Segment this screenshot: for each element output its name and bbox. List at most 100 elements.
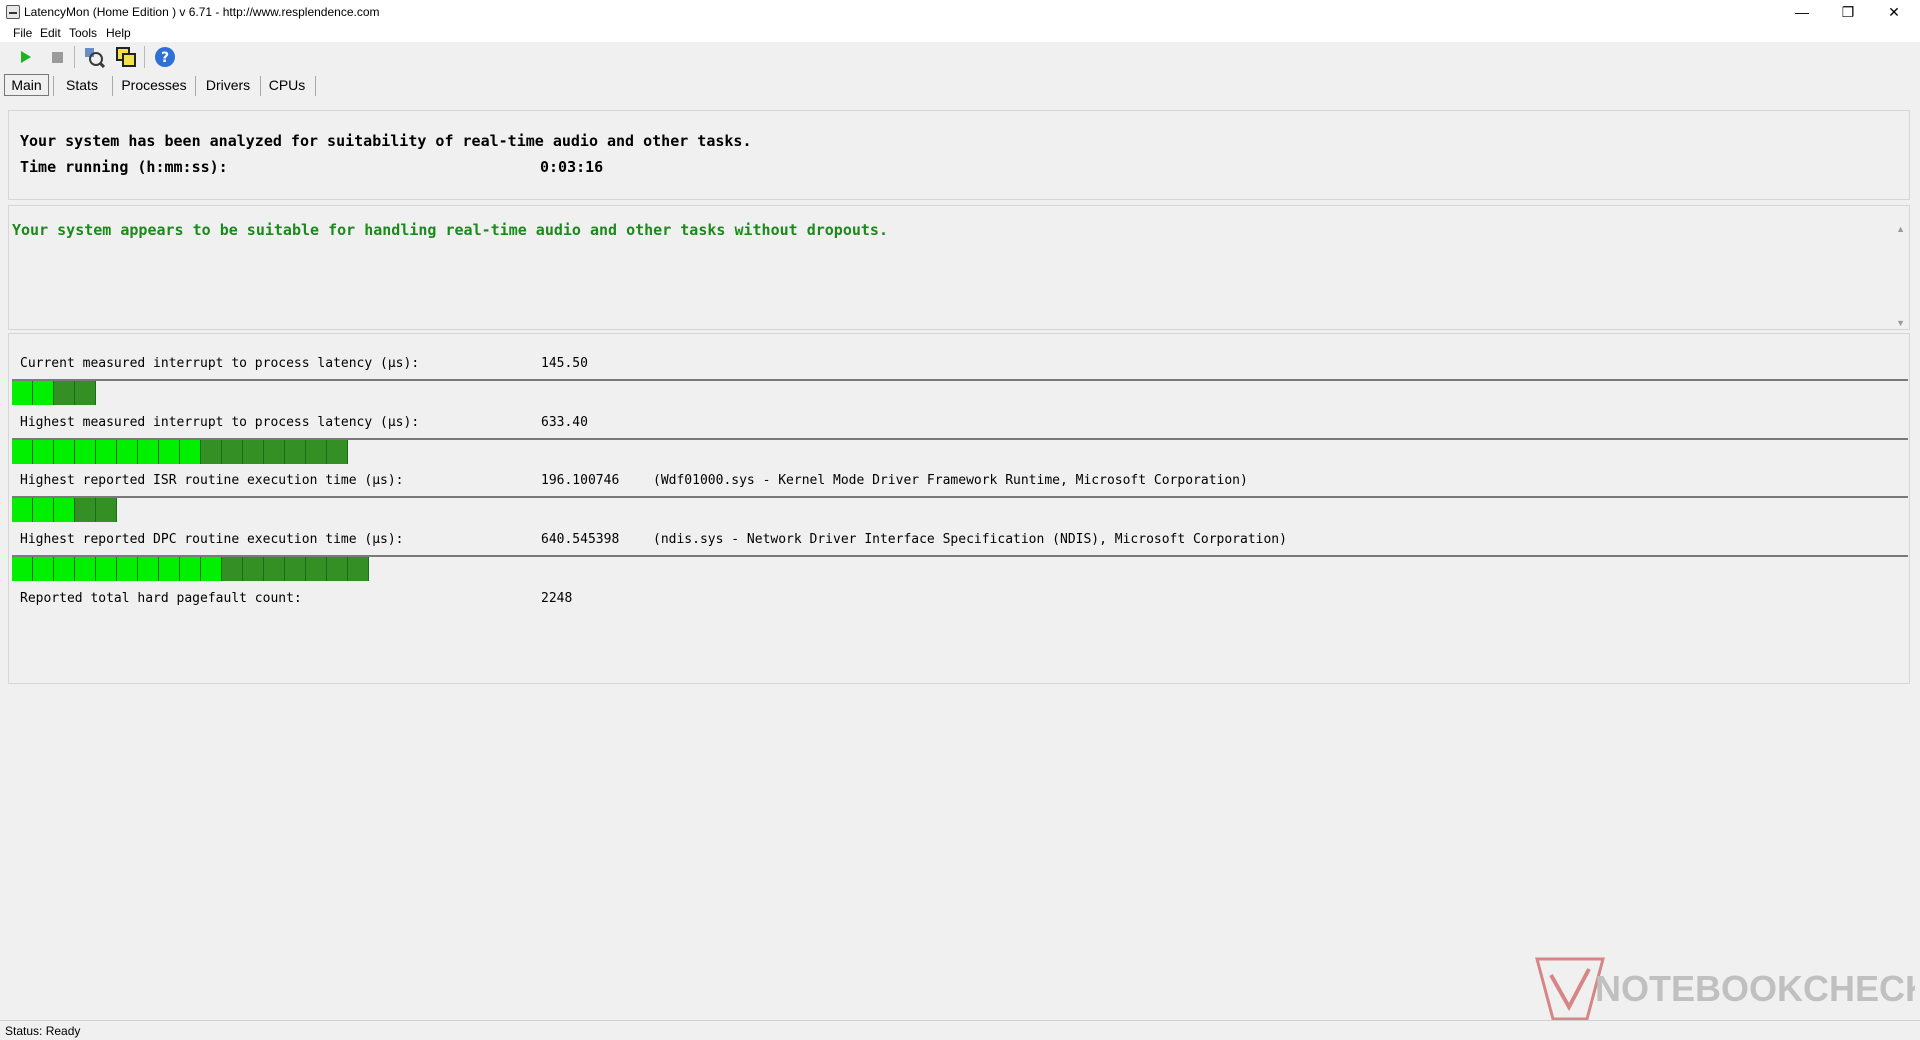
menu-edit[interactable]: Edit xyxy=(40,26,61,40)
latency-bar-segment xyxy=(12,381,33,405)
latency-bar-segment xyxy=(159,557,180,581)
window-title: LatencyMon (Home Edition ) v 6.71 - http… xyxy=(24,5,380,19)
latency-bar-segment xyxy=(348,557,369,581)
metric-value: 196.100746 xyxy=(541,473,620,488)
driver-analysis-button[interactable] xyxy=(82,45,106,69)
metric-label: Highest measured interrupt to process la… xyxy=(20,415,420,430)
menu-bar: File Edit Tools Help xyxy=(0,24,1920,42)
latency-bar-segment xyxy=(201,440,222,464)
metric-value: 145.50 xyxy=(541,356,588,371)
status-bar: Status: Ready xyxy=(0,1020,1920,1040)
toolbar-separator xyxy=(74,46,75,68)
latency-bar xyxy=(12,555,1908,581)
time-running-label: Time running (h:mm:ss): xyxy=(20,158,228,176)
svg-text:NOTEBOOKCHECK: NOTEBOOKCHECK xyxy=(1595,968,1915,1009)
latency-bar-segment xyxy=(33,440,54,464)
latency-bar-segment xyxy=(96,440,117,464)
toolbar-separator xyxy=(144,46,145,68)
svg-text:?: ? xyxy=(161,50,169,66)
latency-bar-segment xyxy=(180,557,201,581)
help-button[interactable]: ? xyxy=(153,45,177,69)
latency-bar-segment xyxy=(264,440,285,464)
latency-bar-segment xyxy=(33,381,54,405)
tab-separator xyxy=(260,76,261,96)
latency-bar-segment xyxy=(180,440,201,464)
latency-bar-segment xyxy=(243,557,264,581)
summary-text: Your system has been analyzed for suitab… xyxy=(20,132,752,150)
latency-bar-segment xyxy=(117,557,138,581)
latency-bar-segment xyxy=(138,557,159,581)
latency-bar-segment xyxy=(306,557,327,581)
latency-bar-segment xyxy=(54,440,75,464)
latency-bar-segment xyxy=(54,498,75,522)
pagefault-value: 2248 xyxy=(541,591,573,606)
stop-icon xyxy=(52,52,63,63)
menu-help[interactable]: Help xyxy=(106,26,131,40)
tab-cpus[interactable]: CPUs xyxy=(265,74,309,96)
tab-separator xyxy=(315,76,316,96)
latency-bar xyxy=(12,496,1908,522)
metric-value: 633.40 xyxy=(541,415,588,430)
notebookcheck-watermark: NOTEBOOKCHECK xyxy=(1535,955,1920,1025)
close-button[interactable]: ✕ xyxy=(1871,0,1917,24)
metric-label: Current measured interrupt to process la… xyxy=(20,356,420,371)
latency-bar xyxy=(12,379,1908,405)
latency-bar-segment xyxy=(12,440,33,464)
latency-bar-segment xyxy=(54,557,75,581)
start-button[interactable] xyxy=(13,45,37,69)
tab-separator xyxy=(195,76,196,96)
restore-button[interactable]: ❐ xyxy=(1825,0,1871,24)
driver-analysis-icon xyxy=(85,48,105,68)
latency-bar-segment xyxy=(201,557,222,581)
latency-bar-segment xyxy=(12,557,33,581)
latency-bar-segment xyxy=(222,557,243,581)
play-icon xyxy=(21,51,31,63)
tab-stats[interactable]: Stats xyxy=(58,74,106,96)
metric-driver-desc: (Wdf01000.sys - Kernel Mode Driver Frame… xyxy=(653,473,1248,488)
latency-bar-fill xyxy=(12,498,117,522)
latency-bar-segment xyxy=(33,557,54,581)
latency-bar-segment xyxy=(327,440,348,464)
metric-label: Highest reported ISR routine execution t… xyxy=(20,473,404,488)
scroll-up-icon[interactable]: ▲ xyxy=(1896,224,1905,234)
pagefault-label: Reported total hard pagefault count: xyxy=(20,591,302,606)
latency-bar-segment xyxy=(285,557,306,581)
latency-bar-fill xyxy=(12,381,96,405)
app-icon xyxy=(6,5,20,19)
latency-bar-segment xyxy=(75,498,96,522)
metrics-panel: Current measured interrupt to process la… xyxy=(8,333,1910,684)
metric-label: Highest reported DPC routine execution t… xyxy=(20,532,404,547)
latency-bar-segment xyxy=(138,440,159,464)
metric-driver-desc: (ndis.sys - Network Driver Interface Spe… xyxy=(653,532,1287,547)
title-bar: LatencyMon (Home Edition ) v 6.71 - http… xyxy=(0,0,1920,24)
latency-bar-segment xyxy=(243,440,264,464)
minimize-button[interactable]: — xyxy=(1779,0,1825,24)
latency-bar-segment xyxy=(117,440,138,464)
latency-bar xyxy=(12,438,1908,464)
menu-tools[interactable]: Tools xyxy=(69,26,97,40)
latency-bar-segment xyxy=(222,440,243,464)
latency-bar-segment xyxy=(54,381,75,405)
latency-bar-fill xyxy=(12,557,369,581)
help-icon: ? xyxy=(155,47,175,67)
latency-bar-segment xyxy=(75,381,96,405)
metric-value: 640.545398 xyxy=(541,532,620,547)
scroll-down-icon[interactable]: ▼ xyxy=(1896,318,1905,328)
windows-icon xyxy=(116,47,136,67)
verdict-panel[interactable]: Your system appears to be suitable for h… xyxy=(8,205,1910,330)
stop-button[interactable] xyxy=(45,45,69,69)
windows-button[interactable] xyxy=(114,45,138,69)
tab-main[interactable]: Main xyxy=(4,74,49,96)
menu-file[interactable]: File xyxy=(13,26,32,40)
latency-bar-segment xyxy=(12,498,33,522)
latency-bar-fill xyxy=(12,440,348,464)
latency-bar-segment xyxy=(75,440,96,464)
notebookcheck-logo-icon: NOTEBOOKCHECK xyxy=(1535,957,1920,1021)
latency-bar-segment xyxy=(285,440,306,464)
latency-bar-segment xyxy=(264,557,285,581)
tab-separator xyxy=(112,76,113,96)
tab-processes[interactable]: Processes xyxy=(118,74,190,96)
tab-drivers[interactable]: Drivers xyxy=(200,74,256,96)
time-running-value: 0:03:16 xyxy=(540,158,604,176)
latency-bar-segment xyxy=(159,440,180,464)
